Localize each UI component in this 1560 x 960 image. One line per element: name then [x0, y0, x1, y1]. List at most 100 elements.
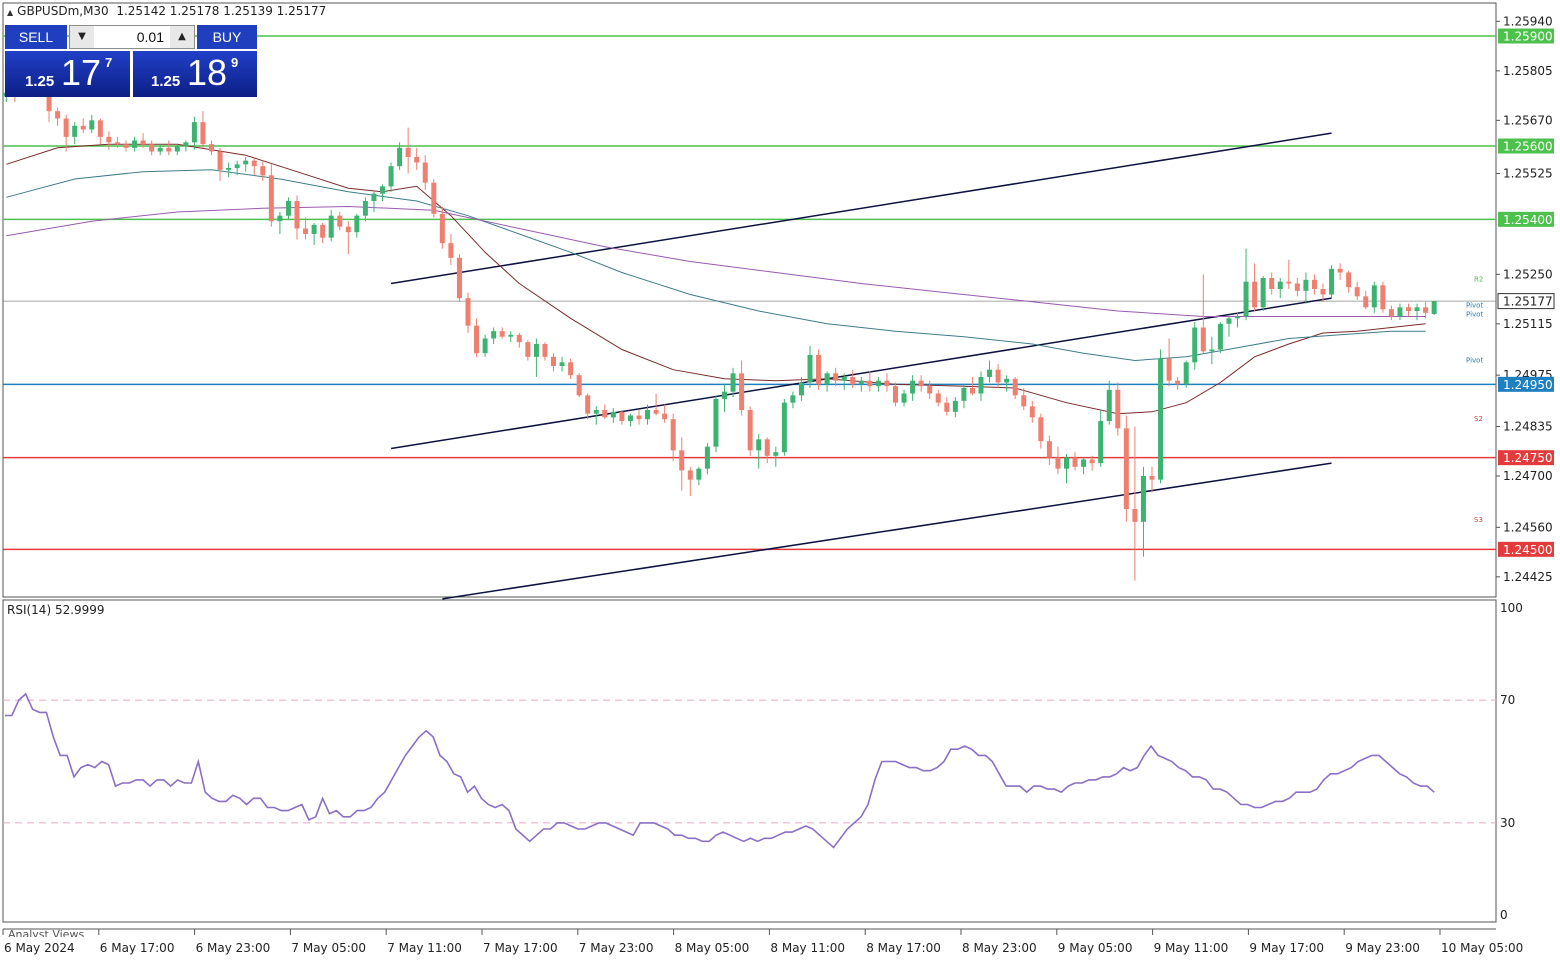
- time-tick-label: 6 May 23:00: [196, 941, 271, 955]
- candle-body: [234, 164, 240, 168]
- candle-body: [1286, 281, 1292, 284]
- candle: [1329, 265, 1335, 299]
- candle-body: [191, 122, 197, 143]
- candle: [422, 155, 428, 190]
- lot-size-stepper[interactable]: ▼ 0.01 ▲: [69, 25, 195, 49]
- candle: [910, 375, 916, 401]
- candle-body: [294, 201, 300, 229]
- candlesticks: [3, 85, 1437, 581]
- candle: [345, 221, 351, 255]
- rsi-tick-label: 100: [1500, 601, 1523, 615]
- sell-quote[interactable]: 1.25 17 7: [5, 51, 130, 97]
- candle-body: [696, 468, 702, 480]
- buy-quote[interactable]: 1.25 18 9: [133, 51, 257, 97]
- one-click-trading-panel: SELL ▼ 0.01 ▲ BUY 1.25 17 7 1.25 18 9: [5, 25, 257, 97]
- candle-body: [679, 450, 685, 471]
- symbol-name: GBPUSDm,M30: [17, 4, 109, 18]
- price-tick-label: 1.25805: [1503, 64, 1553, 78]
- collapse-triangle-icon[interactable]: ▲: [7, 8, 13, 17]
- candle-body: [320, 224, 326, 238]
- candle: [474, 318, 480, 357]
- candle: [1388, 305, 1394, 321]
- level-price-tag-text: 1.24500: [1503, 543, 1553, 557]
- candle: [961, 384, 967, 409]
- candle-body: [1123, 428, 1129, 509]
- candle: [824, 371, 830, 392]
- candle: [1046, 435, 1052, 465]
- candle-body: [516, 334, 522, 343]
- sell-price-fraction: 7: [105, 55, 113, 70]
- price-tick-label: 1.24425: [1503, 570, 1553, 584]
- candle: [568, 358, 574, 379]
- time-tick-label: 8 May 17:00: [866, 941, 941, 955]
- rsi-indicator: 100 70 30 0: [3, 601, 1523, 922]
- candle: [226, 162, 232, 178]
- candle-body: [884, 380, 890, 387]
- candle: [209, 140, 214, 156]
- candle-body: [123, 144, 129, 148]
- candle-body: [72, 125, 78, 137]
- candle: [875, 377, 881, 392]
- candle-body: [491, 331, 497, 339]
- candle-body: [670, 419, 676, 451]
- buy-price-fraction: 9: [231, 55, 239, 70]
- candle: [1192, 322, 1198, 370]
- candle-body: [713, 399, 719, 447]
- candle-body: [1046, 441, 1052, 458]
- price-tick-label: 1.25115: [1503, 317, 1553, 331]
- candle-body: [764, 439, 770, 456]
- candle-body: [1277, 281, 1283, 289]
- candle-body: [1235, 316, 1240, 319]
- candle-body: [268, 175, 274, 222]
- candle-body: [397, 147, 403, 167]
- candle-body: [388, 166, 394, 187]
- buy-price-pips: 18: [187, 52, 228, 93]
- price-tick-label: 1.25670: [1503, 113, 1553, 127]
- level-price-tag: 1.24500: [1498, 541, 1554, 557]
- candle-body: [807, 355, 813, 383]
- candle-body: [508, 334, 514, 337]
- lot-size-input[interactable]: 0.01: [96, 26, 168, 48]
- candle-body: [277, 215, 283, 222]
- candle-body: [1423, 307, 1429, 313]
- candle: [1414, 303, 1420, 321]
- candle-body: [662, 413, 668, 420]
- time-tick-label: 7 May 17:00: [483, 941, 558, 955]
- candle-body: [217, 151, 223, 170]
- candle: [285, 197, 291, 220]
- lot-increase-icon[interactable]: ▲: [170, 26, 194, 48]
- time-tick-label: 9 May 11:00: [1154, 941, 1229, 955]
- candle-body: [285, 201, 291, 216]
- candle: [1337, 263, 1343, 280]
- candle: [1132, 426, 1138, 581]
- level-price-tag-text: 1.25400: [1503, 213, 1553, 227]
- buy-price-prefix: 1.25: [151, 73, 181, 90]
- candle: [1235, 312, 1240, 328]
- price-tick-label: 1.24700: [1503, 469, 1553, 483]
- time-tick-label: 8 May 05:00: [675, 941, 750, 955]
- candle: [1311, 274, 1317, 295]
- candle-body: [687, 470, 693, 480]
- sell-button[interactable]: SELL: [5, 25, 67, 49]
- price-tick-label: 1.25940: [1503, 14, 1553, 28]
- candle: [1303, 272, 1309, 304]
- candle: [533, 338, 539, 377]
- candle-body: [1072, 457, 1078, 467]
- rsi-tick-label: 0: [1500, 908, 1508, 922]
- candle-body: [1081, 459, 1087, 467]
- lot-decrease-icon[interactable]: ▼: [70, 26, 94, 48]
- candle-body: [568, 362, 574, 376]
- candle-body: [140, 140, 146, 145]
- candle-body: [850, 377, 856, 385]
- candle-body: [1192, 327, 1198, 363]
- candle: [1200, 274, 1206, 354]
- candle-body: [380, 186, 385, 194]
- candle-body: [790, 395, 796, 403]
- current-price-tag: 1.25177: [1497, 293, 1555, 310]
- buy-button[interactable]: BUY: [197, 25, 257, 49]
- candle-body: [405, 147, 411, 157]
- candle: [636, 410, 642, 425]
- candle: [525, 340, 531, 361]
- price-chart[interactable]: R2 Pivot Pivot Pivot S2 S3 100 70 30 0 1.25940 1.…: [0, 0, 1560, 960]
- candle: [764, 437, 770, 464]
